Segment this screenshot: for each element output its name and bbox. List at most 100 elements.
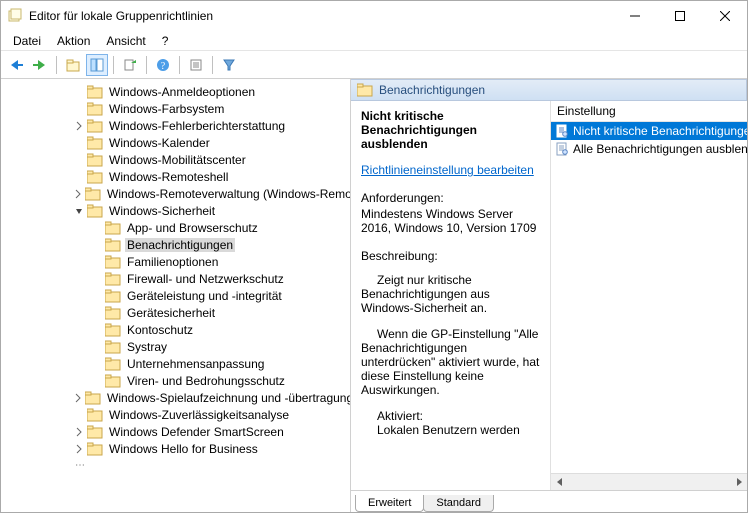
close-button[interactable]: [702, 1, 747, 31]
tree-item[interactable]: Windows Hello for Business: [1, 440, 350, 457]
tree-item-label: Windows Hello for Business: [107, 442, 260, 456]
tree-item[interactable]: Windows-Mobilitätscenter: [1, 151, 350, 168]
expand-icon: [91, 290, 103, 302]
expand-icon[interactable]: [73, 120, 85, 132]
scroll-right-icon[interactable]: [730, 474, 747, 491]
folder-icon: [87, 136, 103, 150]
expand-icon[interactable]: [73, 205, 85, 217]
list-hscroll[interactable]: [551, 473, 747, 490]
list-item-label: Nicht kritische Benachrichtigungen: [573, 124, 747, 138]
tree-item-label: Familienoptionen: [125, 255, 220, 269]
menu-file[interactable]: Datei: [5, 32, 49, 50]
filter-button[interactable]: [218, 54, 240, 76]
policy-title: Nicht kritische Benachrichtigungen ausbl…: [361, 109, 540, 151]
tree-item[interactable]: Windows-Farbsystem: [1, 100, 350, 117]
menu-action[interactable]: Aktion: [49, 32, 98, 50]
export-button[interactable]: [119, 54, 141, 76]
help-button[interactable]: ?: [152, 54, 174, 76]
tree-item-label: Gerätesicherheit: [125, 306, 217, 320]
tree-item[interactable]: Windows-Fehlerberichterstattung: [1, 117, 350, 134]
tree-more-icon: ⋯: [73, 461, 87, 471]
tree-item[interactable]: Windows-Spielaufzeichnung und -übertragu…: [1, 389, 350, 406]
folder-icon: [357, 83, 373, 97]
list-item[interactable]: Nicht kritische Benachrichtigungen: [551, 122, 747, 140]
view-tabs: Erweitert Standard: [351, 490, 747, 512]
tree-item[interactable]: Windows-Zuverlässigkeitsanalyse: [1, 406, 350, 423]
expand-icon[interactable]: [73, 392, 83, 404]
folder-icon: [87, 85, 103, 99]
policy-icon: [555, 141, 569, 157]
tree-item[interactable]: Windows-Remoteverwaltung (Windows-Remote…: [1, 185, 350, 202]
tree-item-label: Windows-Mobilitätscenter: [107, 153, 248, 167]
tree-item[interactable]: Windows-Kalender: [1, 134, 350, 151]
tree-item[interactable]: Windows-Sicherheit: [1, 202, 350, 219]
description-p2: Wenn die GP-Einstellung "Alle Benachrich…: [361, 327, 540, 397]
forward-button[interactable]: [29, 54, 51, 76]
tree-panel[interactable]: Windows-Anmeldeoptionen Windows-Farbsyste…: [1, 79, 351, 512]
description-p3a: Aktiviert:: [361, 409, 540, 423]
minimize-button[interactable]: [612, 1, 657, 31]
tree-item-label: Systray: [125, 340, 169, 354]
requirements-label: Anforderungen:: [361, 191, 540, 205]
tree-item[interactable]: Unternehmensanpassung: [1, 355, 350, 372]
list-item-label: Alle Benachrichtigungen ausblende: [573, 142, 747, 156]
edit-policy-link[interactable]: Richtlinieneinstellung bearbeiten: [361, 163, 534, 177]
description-p3b: Lokalen Benutzern werden: [361, 423, 540, 437]
scroll-left-icon[interactable]: [551, 474, 568, 491]
folder-icon: [105, 289, 121, 303]
folder-icon: [105, 255, 121, 269]
tree-item-label: Windows-Spielaufzeichnung und -übertragu…: [105, 391, 351, 405]
expand-icon[interactable]: [73, 443, 85, 455]
expand-icon: [91, 324, 103, 336]
list-item[interactable]: Alle Benachrichtigungen ausblende: [551, 140, 747, 158]
tree-item[interactable]: Windows-Remoteshell: [1, 168, 350, 185]
column-header-setting[interactable]: Einstellung: [551, 101, 747, 122]
tree-item[interactable]: Systray: [1, 338, 350, 355]
tree-item-label: App- und Browserschutz: [125, 221, 260, 235]
tree-item[interactable]: Windows-Anmeldeoptionen: [1, 83, 350, 100]
requirements-text: Mindestens Windows Server 2016, Windows …: [361, 207, 540, 235]
tree-item[interactable]: Windows Defender SmartScreen: [1, 423, 350, 440]
expand-icon[interactable]: [73, 426, 85, 438]
tree-item-label: Unternehmensanpassung: [125, 357, 266, 371]
detail-column: Nicht kritische Benachrichtigungen ausbl…: [351, 101, 551, 473]
menu-help[interactable]: ?: [154, 32, 177, 50]
folder-icon: [85, 391, 101, 405]
expand-icon: [91, 307, 103, 319]
expand-icon: [73, 409, 85, 421]
folder-icon: [105, 374, 121, 388]
tree-item[interactable]: Geräteleistung und -integrität: [1, 287, 350, 304]
tree-item[interactable]: Benachrichtigungen: [1, 236, 350, 253]
folder-icon: [87, 425, 103, 439]
tree-item-label: Windows-Kalender: [107, 136, 212, 150]
tree-item-label: Windows-Farbsystem: [107, 102, 226, 116]
tree-item[interactable]: Gerätesicherheit: [1, 304, 350, 321]
maximize-button[interactable]: [657, 1, 702, 31]
folder-icon: [87, 442, 103, 456]
expand-icon: [91, 273, 103, 285]
expand-icon: [73, 86, 85, 98]
tree-item-label: Windows Defender SmartScreen: [107, 425, 286, 439]
expand-icon[interactable]: [73, 188, 83, 200]
tree-item[interactable]: Familienoptionen: [1, 253, 350, 270]
properties-button[interactable]: [185, 54, 207, 76]
up-button[interactable]: [62, 54, 84, 76]
tab-standard[interactable]: Standard: [423, 495, 494, 512]
expand-icon: [91, 341, 103, 353]
menu-view[interactable]: Ansicht: [98, 32, 153, 50]
menubar: Datei Aktion Ansicht ?: [1, 31, 747, 51]
tree-item[interactable]: Viren- und Bedrohungsschutz: [1, 372, 350, 389]
svg-text:?: ?: [161, 61, 166, 72]
tree-item[interactable]: Kontoschutz: [1, 321, 350, 338]
folder-icon: [105, 238, 121, 252]
expand-icon: [73, 154, 85, 166]
tab-extended[interactable]: Erweitert: [355, 495, 424, 512]
tree-item[interactable]: App- und Browserschutz: [1, 219, 350, 236]
back-button[interactable]: [5, 54, 27, 76]
show-hide-tree-button[interactable]: [86, 54, 108, 76]
settings-list[interactable]: Einstellung Nicht kritische Benachrichti…: [551, 101, 747, 473]
tree-item-label: Firewall- und Netzwerkschutz: [125, 272, 286, 286]
folder-icon: [87, 153, 103, 167]
tree-item[interactable]: Firewall- und Netzwerkschutz: [1, 270, 350, 287]
folder-icon: [87, 408, 103, 422]
